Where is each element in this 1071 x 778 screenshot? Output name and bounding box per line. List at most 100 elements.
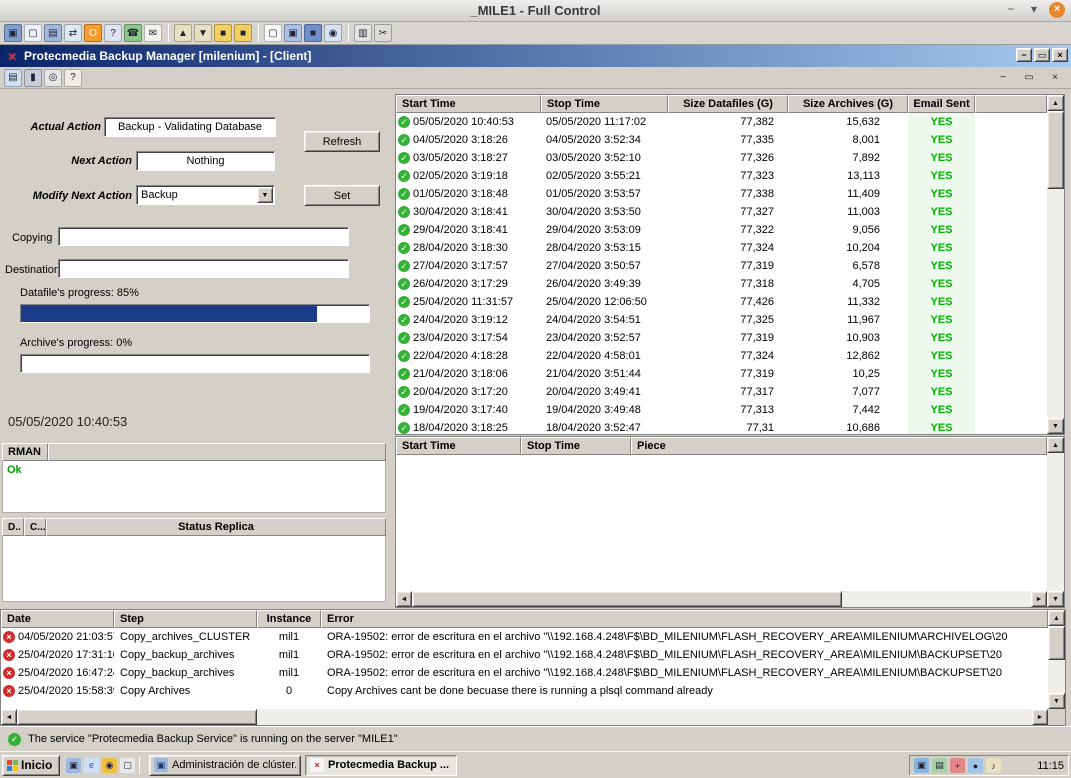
table-row[interactable]: ✓29/04/2020 3:18:4129/04/2020 3:53:0977,…: [396, 221, 1047, 239]
column-header[interactable]: Piece: [631, 437, 1047, 455]
scroll-down-icon[interactable]: ▼: [1047, 591, 1064, 607]
app-maximize-button[interactable]: ▭: [1034, 48, 1050, 62]
replica-column-c[interactable]: C...: [24, 518, 46, 536]
scroll-track[interactable]: [1047, 453, 1064, 591]
screen-scale-icon[interactable]: ▤: [44, 24, 62, 42]
table-row[interactable]: ×25/04/2020 16:47:24Copy_backup_archives…: [1, 664, 1048, 682]
window-maximize-icon[interactable]: ▣: [284, 24, 302, 42]
app-close-button[interactable]: ×: [1052, 48, 1068, 62]
screenshot-icon[interactable]: ◉: [324, 24, 342, 42]
table-row[interactable]: ✓20/04/2020 3:17:2020/04/2020 3:49:4177,…: [396, 383, 1047, 401]
column-header[interactable]: Start Time: [396, 95, 541, 113]
scroll-up-icon[interactable]: ▲: [1047, 437, 1064, 453]
full-desktop-icon[interactable]: ■: [304, 24, 322, 42]
remote-info-icon[interactable]: ?: [104, 24, 122, 42]
chevron-down-icon[interactable]: ▼: [257, 187, 273, 203]
mdi-minimize-button[interactable]: −: [995, 70, 1011, 84]
scroll-up-icon[interactable]: ▲: [1048, 610, 1065, 626]
piece-table-vscrollbar[interactable]: ▲ ▼: [1047, 437, 1064, 607]
scroll-thumb[interactable]: [412, 591, 842, 607]
tray-update-icon[interactable]: ●: [968, 758, 983, 773]
scroll-thumb[interactable]: [1048, 626, 1065, 660]
tray-network-icon[interactable]: ▤: [932, 758, 947, 773]
column-header[interactable]: Size Archives (G): [788, 95, 908, 113]
tray-display-icon[interactable]: ▣: [914, 758, 929, 773]
column-header[interactable]: Stop Time: [521, 437, 631, 455]
column-header[interactable]: Date: [1, 610, 114, 628]
copying-field[interactable]: [58, 227, 349, 246]
table-row[interactable]: ×25/04/2020 15:58:39Copy Archives0Copy A…: [1, 682, 1048, 700]
ctrl-alt-del-icon[interactable]: O: [84, 24, 102, 42]
delete-icon[interactable]: ▮: [24, 69, 42, 87]
column-header[interactable]: Instance: [257, 610, 321, 628]
error-log-hscrollbar[interactable]: ◄ ►: [1, 709, 1048, 725]
scroll-down-icon[interactable]: ▼: [1047, 418, 1064, 434]
actual-action-field[interactable]: Backup - Validating Database: [104, 117, 276, 137]
help-icon[interactable]: ?: [64, 69, 82, 87]
replica-list[interactable]: [2, 536, 386, 602]
start-button[interactable]: Inicio: [2, 755, 60, 776]
scroll-left-icon[interactable]: ◄: [396, 591, 412, 607]
replica-column-d[interactable]: D..: [2, 518, 24, 536]
column-header[interactable]: Start Time: [396, 437, 521, 455]
next-action-field[interactable]: Nothing: [136, 151, 275, 171]
column-header[interactable]: Stop Time: [541, 95, 668, 113]
scroll-track[interactable]: [1048, 626, 1065, 693]
scroll-left-icon[interactable]: ◄: [1, 709, 17, 725]
column-header[interactable]: Error: [321, 610, 1048, 628]
file-transfer-icon[interactable]: ⇄: [64, 24, 82, 42]
backup-history-scrollbar[interactable]: ▲ ▼: [1047, 95, 1064, 434]
clipboard-send-icon[interactable]: ▲: [174, 24, 192, 42]
table-row[interactable]: ✓18/04/2020 3:18:2518/04/2020 3:52:4777,…: [396, 419, 1047, 434]
tray-shield-icon[interactable]: +: [950, 758, 965, 773]
table-row[interactable]: ✓26/04/2020 3:17:2926/04/2020 3:49:3977,…: [396, 275, 1047, 293]
mdi-close-button[interactable]: ×: [1047, 70, 1063, 84]
internet-icon[interactable]: e: [84, 758, 99, 773]
replica-column-status[interactable]: Status Replica: [46, 518, 386, 536]
scroll-up-icon[interactable]: ▲: [1047, 95, 1064, 111]
tools-icon[interactable]: ✂: [374, 24, 392, 42]
table-row[interactable]: ✓03/05/2020 3:18:2703/05/2020 3:52:1077,…: [396, 149, 1047, 167]
table-row[interactable]: ✓02/05/2020 3:19:1802/05/2020 3:55:2177,…: [396, 167, 1047, 185]
scroll-thumb[interactable]: [1047, 111, 1064, 189]
destination-field[interactable]: [58, 259, 349, 278]
table-row[interactable]: ✓25/04/2020 11:31:5725/04/2020 12:06:507…: [396, 293, 1047, 311]
media-player-icon[interactable]: ◉: [102, 758, 117, 773]
viewer-restore-button[interactable]: ▾: [1026, 2, 1042, 18]
print-preview-icon[interactable]: ◎: [44, 69, 62, 87]
table-row[interactable]: ✓01/05/2020 3:18:4801/05/2020 3:53:5777,…: [396, 185, 1047, 203]
set-button[interactable]: Set: [304, 185, 380, 206]
column-header[interactable]: Email Sent: [908, 95, 975, 113]
call-icon[interactable]: ☎: [124, 24, 142, 42]
connection-info-icon[interactable]: ▣: [4, 24, 22, 42]
table-row[interactable]: ✓21/04/2020 3:18:0621/04/2020 3:51:4477,…: [396, 365, 1047, 383]
scroll-track[interactable]: [17, 709, 1032, 725]
app-minimize-button[interactable]: −: [1016, 48, 1032, 62]
scroll-down-icon[interactable]: ▼: [1048, 693, 1065, 709]
table-row[interactable]: ✓23/04/2020 3:17:5423/04/2020 3:52:5777,…: [396, 329, 1047, 347]
rman-list[interactable]: Ok: [2, 461, 386, 513]
column-header[interactable]: Size Datafiles (G): [668, 95, 788, 113]
table-row[interactable]: ✓30/04/2020 3:18:4130/04/2020 3:53:5077,…: [396, 203, 1047, 221]
column-header[interactable]: Step: [114, 610, 257, 628]
scroll-track[interactable]: [1047, 111, 1064, 418]
app-titlebar[interactable]: × Protecmedia Backup Manager [milenium] …: [0, 45, 1071, 67]
folder-send-icon[interactable]: ■: [214, 24, 232, 42]
table-row[interactable]: ✓27/04/2020 3:17:5727/04/2020 3:50:5777,…: [396, 257, 1047, 275]
full-screen-icon[interactable]: ▢: [24, 24, 42, 42]
view-report-icon[interactable]: ▤: [4, 69, 22, 87]
folder-receive-icon[interactable]: ■: [234, 24, 252, 42]
tray-volume-icon[interactable]: ♪: [986, 758, 1001, 773]
cluster-admin-icon[interactable]: ▣: [66, 758, 81, 773]
window-mode-icon[interactable]: ▢: [264, 24, 282, 42]
scroll-right-icon[interactable]: ►: [1032, 709, 1048, 725]
rman-column-header[interactable]: RMAN: [2, 443, 48, 461]
viewer-titlebar[interactable]: _MILE1 - Full Control − ▾ ×: [0, 0, 1071, 22]
refresh-button[interactable]: Refresh: [304, 131, 380, 152]
show-desktop-icon[interactable]: ▢: [120, 758, 135, 773]
table-row[interactable]: ×04/05/2020 21:03:57Copy_archives_CLUSTE…: [1, 628, 1048, 646]
table-row[interactable]: ✓19/04/2020 3:17:4019/04/2020 3:49:4877,…: [396, 401, 1047, 419]
table-row[interactable]: ✓05/05/2020 10:40:5305/05/2020 11:17:027…: [396, 113, 1047, 131]
file-manager-icon[interactable]: ▥: [354, 24, 372, 42]
chat-icon[interactable]: ✉: [144, 24, 162, 42]
